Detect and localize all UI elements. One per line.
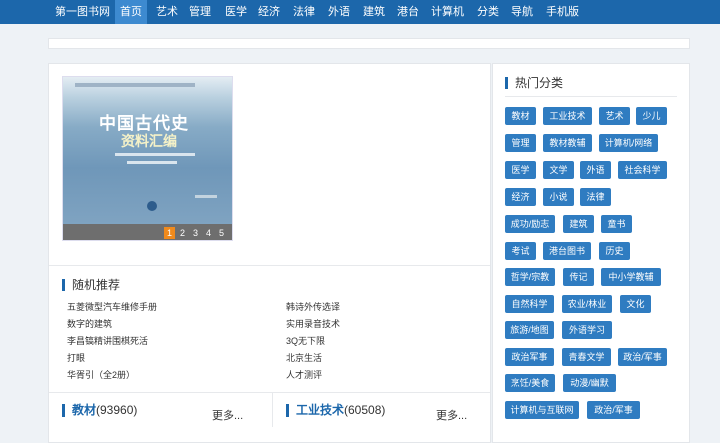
hot-tag[interactable]: 外语学习 [562, 321, 612, 339]
hot-tag[interactable]: 历史 [599, 242, 630, 260]
hot-tag[interactable]: 计算机与互联网 [505, 401, 579, 419]
slider-page-5[interactable]: 5 [216, 227, 227, 239]
hot-tag[interactable]: 小说 [543, 188, 574, 206]
category-heading-industrial-tech[interactable]: 工业技术(60508) [286, 404, 385, 417]
cover-pinyin-line [127, 161, 177, 164]
nav-item-navigation[interactable]: 导航 [511, 0, 533, 24]
nav-item-site[interactable]: 第一图书网 [55, 0, 110, 24]
hot-tag[interactable]: 烹饪/美食 [505, 374, 555, 392]
divider [49, 392, 490, 393]
nav-item-economy[interactable]: 经济 [258, 0, 280, 24]
random-book-link[interactable]: 3Q无下限 [286, 334, 325, 347]
nav-item-medicine[interactable]: 医学 [225, 0, 247, 24]
hot-tag[interactable]: 建筑 [563, 215, 594, 233]
divider [272, 393, 273, 427]
nav-item-art[interactable]: 艺术 [156, 0, 178, 24]
hot-tag[interactable]: 艺术 [599, 107, 630, 125]
random-section-title: 随机推荐 [62, 279, 120, 291]
hot-tag[interactable]: 港台图书 [543, 242, 591, 260]
publisher-logo-icon [147, 201, 157, 211]
hot-tag[interactable]: 政治/军事 [618, 348, 667, 366]
random-book-link[interactable]: 实用录音技术 [286, 317, 340, 330]
category-name[interactable]: 工业技术 [296, 403, 344, 417]
random-book-link[interactable]: 华胥引（全2册） [67, 368, 135, 381]
hot-tag[interactable]: 工业技术 [543, 107, 592, 125]
divider [49, 265, 490, 266]
hot-tag[interactable]: 中小学教辅 [601, 268, 661, 286]
nav-item-computer[interactable]: 计算机 [431, 0, 464, 24]
hot-tag[interactable]: 成功/励志 [505, 215, 555, 233]
nav-item-hk-tw[interactable]: 港台 [397, 0, 419, 24]
hot-tag[interactable]: 考试 [505, 242, 536, 260]
nav-item-categories[interactable]: 分类 [477, 0, 499, 24]
more-link[interactable]: 更多... [436, 407, 467, 423]
nav-item-mobile[interactable]: 手机版 [546, 0, 579, 24]
slider-page-4[interactable]: 4 [203, 227, 214, 239]
hot-tag[interactable]: 教材 [505, 107, 536, 125]
category-count: (60508) [344, 403, 386, 417]
random-book-link[interactable]: 人才测评 [286, 368, 322, 381]
hot-tag[interactable]: 政治军事 [505, 348, 554, 366]
cover-subtitle: 资料汇编 [121, 134, 177, 150]
random-book-link[interactable]: 韩诗外传选译 [286, 300, 340, 313]
hot-tag[interactable]: 哲学/宗教 [505, 268, 555, 286]
hot-tag[interactable]: 政治/军事 [587, 401, 640, 419]
slider-page-1[interactable]: 1 [164, 227, 175, 239]
category-heading-textbooks[interactable]: 教材(93960) [62, 404, 137, 417]
cover-pinyin-line [115, 153, 195, 156]
book-slider[interactable]: 中国古代史 资料汇编 1 2 3 4 5 [62, 76, 233, 241]
cover-series-line [75, 83, 195, 87]
nav-item-architecture[interactable]: 建筑 [363, 0, 385, 24]
hot-tag[interactable]: 经济 [505, 188, 536, 206]
slider-page-2[interactable]: 2 [177, 227, 188, 239]
hot-tag[interactable]: 管理 [505, 134, 536, 152]
hot-tag[interactable]: 自然科学 [505, 295, 554, 313]
hot-tag[interactable]: 传记 [563, 268, 594, 286]
random-book-link[interactable]: 打眼 [67, 351, 85, 364]
hot-tag[interactable]: 农业/林业 [562, 295, 612, 313]
hot-tag[interactable]: 旅游/地图 [505, 321, 554, 339]
category-name[interactable]: 教材 [72, 403, 96, 417]
hot-tag[interactable]: 教材教辅 [543, 134, 592, 152]
random-book-link[interactable]: 李昌镐精讲围棋死活 [67, 334, 148, 347]
search-placeholder-bar [48, 38, 690, 49]
hot-tag[interactable]: 外语 [580, 161, 611, 179]
nav-item-home[interactable]: 首页 [115, 0, 147, 24]
nav-item-law[interactable]: 法律 [293, 0, 315, 24]
divider [505, 96, 677, 97]
category-count: (93960) [96, 403, 138, 417]
nav-item-foreign-language[interactable]: 外语 [328, 0, 350, 24]
hot-tag[interactable]: 文学 [543, 161, 574, 179]
hot-tag[interactable]: 少儿 [636, 107, 667, 125]
hot-tag[interactable]: 童书 [601, 215, 632, 233]
random-book-link[interactable]: 数字的建筑 [67, 317, 112, 330]
hot-tag[interactable]: 社会科学 [618, 161, 667, 179]
hot-tag[interactable]: 青春文学 [562, 348, 611, 366]
random-book-link[interactable]: 北京生活 [286, 351, 322, 364]
random-book-link[interactable]: 五菱微型汽车维修手册 [67, 300, 157, 313]
top-nav: 第一图书网 首页 艺术 管理 医学 经济 法律 外语 建筑 港台 计算机 分类 … [0, 0, 720, 24]
hot-tag[interactable]: 文化 [620, 295, 651, 313]
hot-tag[interactable]: 法律 [580, 188, 611, 206]
more-link[interactable]: 更多... [212, 407, 243, 423]
hot-tag[interactable]: 计算机/网络 [599, 134, 658, 152]
hot-section-title: 热门分类 [505, 77, 563, 89]
book-cover-image[interactable]: 中国古代史 资料汇编 [63, 77, 232, 224]
hot-tag[interactable]: 医学 [505, 161, 536, 179]
cover-author-line [195, 195, 217, 198]
nav-item-management[interactable]: 管理 [189, 0, 211, 24]
hot-tag[interactable]: 动漫/幽默 [563, 374, 616, 392]
slider-page-3[interactable]: 3 [190, 227, 201, 239]
